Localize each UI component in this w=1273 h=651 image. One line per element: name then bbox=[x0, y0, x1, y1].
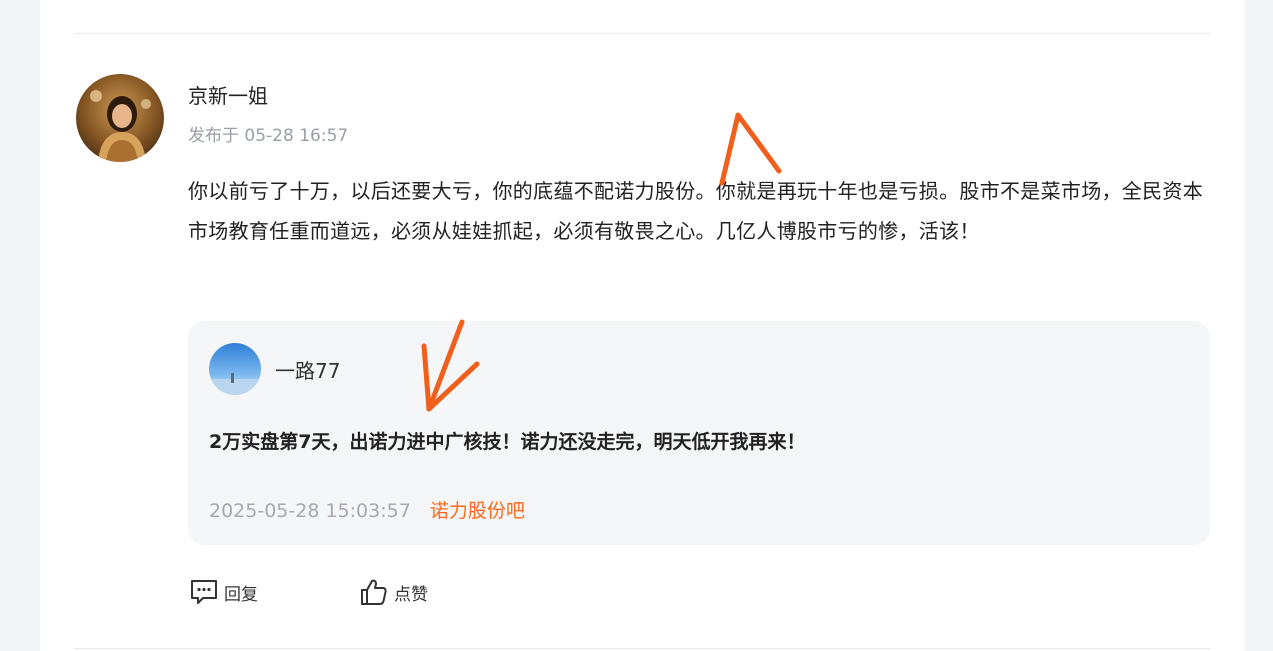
comment-body: 你以前亏了十万，以后还要大亏，你的底蕴不配诺力股份。你就是再玩十年也是亏损。股市… bbox=[188, 179, 1203, 243]
reply-label: 回复 bbox=[224, 584, 258, 605]
bottom-divider bbox=[74, 648, 1210, 649]
quoted-author-avatar[interactable] bbox=[209, 343, 261, 395]
author-name[interactable]: 京新一姐 bbox=[188, 80, 268, 109]
post-timestamp: 发布于 05-28 16:57 bbox=[188, 126, 349, 146]
forum-link[interactable]: 诺力股份吧 bbox=[430, 500, 525, 522]
like-button[interactable]: 点赞 bbox=[358, 576, 428, 608]
reply-button[interactable]: 回复 bbox=[188, 576, 258, 608]
quoted-post-meta: 2025-05-28 15:03:57 诺力股份吧 bbox=[209, 496, 525, 523]
quoted-author-name[interactable]: 一路77 bbox=[275, 355, 340, 384]
thumbs-up-icon bbox=[358, 576, 390, 608]
like-label: 点赞 bbox=[394, 584, 428, 605]
top-divider bbox=[74, 33, 1210, 34]
quoted-post-card[interactable]: 一路77 2万实盘第7天，出诺力进中广核技！诺力还没走完，明天低开我再来！ 20… bbox=[188, 321, 1210, 545]
quoted-post-date: 2025-05-28 15:03:57 bbox=[209, 500, 411, 522]
comment-icon bbox=[188, 576, 220, 608]
quoted-post-text: 2万实盘第7天，出诺力进中广核技！诺力还没走完，明天低开我再来！ bbox=[209, 431, 806, 453]
author-avatar[interactable] bbox=[76, 74, 164, 162]
